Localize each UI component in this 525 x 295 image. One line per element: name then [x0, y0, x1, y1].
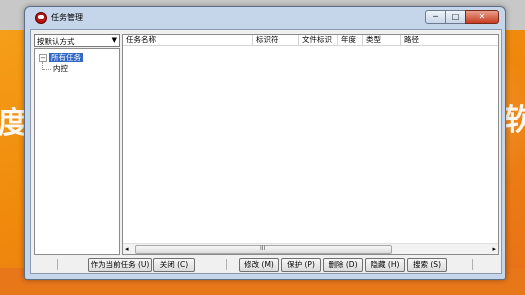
close-window-button[interactable]: ✕: [465, 10, 499, 24]
modify-button[interactable]: 修改 (M): [239, 258, 279, 272]
task-list: 任务名称 标识符 文件标识 年度 类型 路径 ◂ III ▸: [122, 34, 499, 255]
tree-collapse-icon[interactable]: −: [39, 54, 47, 62]
window-controls: ─ □ ✕: [425, 10, 499, 24]
sort-mode-value: 按默认方式: [37, 37, 75, 46]
list-header: 任务名称 标识符 文件标识 年度 类型 路径: [123, 35, 498, 46]
scrollbar-thumb[interactable]: III: [135, 245, 392, 254]
tree-connector-horizontal: [43, 69, 51, 70]
task-manager-window: 任务管理 ─ □ ✕ 按默认方式 ▼ − 所有任务 内控 任务名称 标识符 文件…: [24, 6, 506, 280]
chevron-down-icon[interactable]: ▼: [112, 36, 117, 44]
title-bar[interactable]: 任务管理 ─ □ ✕: [25, 7, 505, 29]
window-title: 任务管理: [51, 13, 83, 22]
column-type[interactable]: 类型: [363, 35, 401, 45]
background-text-right: 软: [503, 103, 525, 138]
column-task-name[interactable]: 任务名称: [123, 35, 253, 45]
minimize-button[interactable]: ─: [425, 10, 446, 24]
maximize-button[interactable]: □: [445, 10, 466, 24]
tree-item-internal-control[interactable]: 内控: [53, 64, 68, 73]
protect-button[interactable]: 保护 (P): [281, 258, 321, 272]
scroll-left-icon[interactable]: ◂: [125, 245, 129, 253]
task-tree: − 所有任务 内控: [34, 48, 120, 255]
search-button[interactable]: 搜索 (S): [407, 258, 447, 272]
set-current-task-button[interactable]: 作为当前任务 (U): [88, 258, 152, 272]
button-bar: 作为当前任务 (U) 关闭 (C) 修改 (M) 保护 (P) 删除 (D) 隐…: [31, 258, 501, 273]
column-identifier[interactable]: 标识符: [253, 35, 299, 45]
scroll-right-icon[interactable]: ▸: [492, 245, 496, 253]
client-area: 按默认方式 ▼ − 所有任务 内控 任务名称 标识符 文件标识 年度 类型 路径…: [30, 29, 502, 274]
column-path[interactable]: 路径: [401, 35, 498, 45]
close-button[interactable]: 关闭 (C): [153, 258, 195, 272]
tree-item-all-tasks[interactable]: 所有任务: [49, 53, 83, 62]
column-year[interactable]: 年度: [338, 35, 363, 45]
delete-button[interactable]: 删除 (D): [323, 258, 363, 272]
divider: [472, 259, 473, 270]
column-file-id[interactable]: 文件标识: [299, 35, 338, 45]
divider: [226, 259, 227, 270]
sort-mode-dropdown[interactable]: 按默认方式 ▼: [34, 34, 120, 47]
divider: [57, 259, 58, 270]
app-icon: [35, 12, 47, 24]
hide-button[interactable]: 隐藏 (H): [365, 258, 405, 272]
horizontal-scrollbar[interactable]: ◂ III ▸: [123, 243, 498, 254]
scrollbar-grip-icon: III: [260, 245, 266, 252]
